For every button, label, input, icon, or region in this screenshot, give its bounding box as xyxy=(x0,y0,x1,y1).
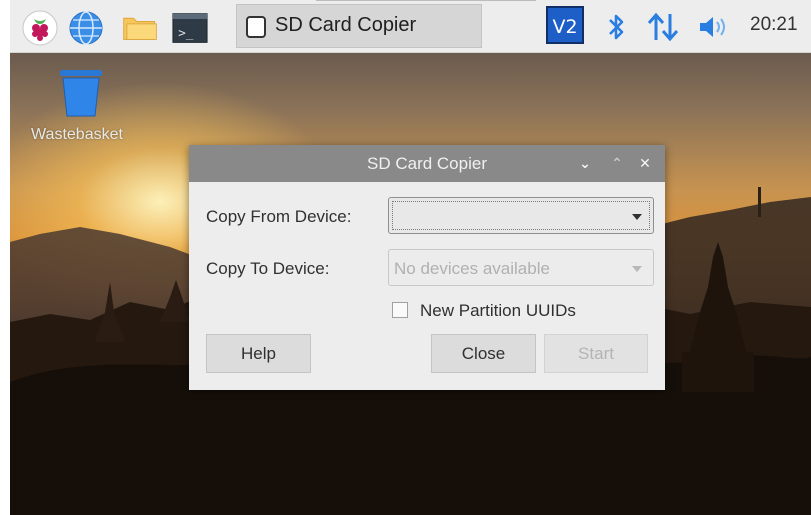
close-icon[interactable]: ✕ xyxy=(637,155,653,171)
help-button[interactable]: Help xyxy=(206,334,311,373)
taskbar-button-label: SD Card Copier xyxy=(275,14,417,36)
trash-bin-icon xyxy=(60,70,102,117)
dropdown-arrow-icon xyxy=(632,266,642,272)
copy-to-value: No devices available xyxy=(394,259,550,278)
top-panel: >_ SD Card Copier V2 20:21 xyxy=(10,0,811,53)
clock[interactable]: 20:21 xyxy=(750,14,798,36)
dialog-titlebar[interactable]: SD Card Copier ⌄ ⌃ ✕ xyxy=(189,145,665,182)
document-window-icon xyxy=(246,16,266,38)
terminal-icon[interactable]: >_ xyxy=(172,10,208,46)
vnc-icon[interactable]: V2 xyxy=(546,6,584,44)
minimize-icon[interactable]: ⌄ xyxy=(577,155,593,171)
maximize-icon[interactable]: ⌃ xyxy=(609,155,625,171)
vnc-icon-text: V2 xyxy=(552,16,577,38)
volume-icon[interactable] xyxy=(698,14,732,40)
bluetooth-icon[interactable] xyxy=(606,12,628,42)
copy-to-device-dropdown[interactable]: No devices available xyxy=(388,249,654,286)
copy-to-label: Copy To Device: xyxy=(206,259,330,278)
file-manager-folder-icon[interactable] xyxy=(122,10,158,46)
wastebasket-label: Wastebasket xyxy=(31,126,123,143)
network-updown-icon[interactable] xyxy=(646,12,680,42)
dropdown-arrow-icon xyxy=(632,214,642,220)
web-browser-globe-icon[interactable] xyxy=(68,10,104,46)
new-partition-uuids-label[interactable]: New Partition UUIDs xyxy=(420,301,576,321)
dialog-title: SD Card Copier xyxy=(367,154,487,173)
raspberry-menu-icon[interactable] xyxy=(22,10,58,46)
close-button[interactable]: Close xyxy=(431,334,536,373)
taskbar-button-sd-card-copier[interactable]: SD Card Copier xyxy=(236,4,482,48)
start-button[interactable]: Start xyxy=(544,334,648,373)
new-partition-uuids-checkbox[interactable] xyxy=(392,302,408,318)
copy-from-device-dropdown[interactable] xyxy=(388,197,654,234)
svg-text:>_: >_ xyxy=(178,25,194,40)
wastebasket-desktop-icon[interactable]: Wastebasket xyxy=(22,66,132,156)
copy-from-label: Copy From Device: xyxy=(206,207,352,226)
sd-card-copier-dialog: SD Card Copier ⌄ ⌃ ✕ Copy From Device: C… xyxy=(189,145,665,390)
